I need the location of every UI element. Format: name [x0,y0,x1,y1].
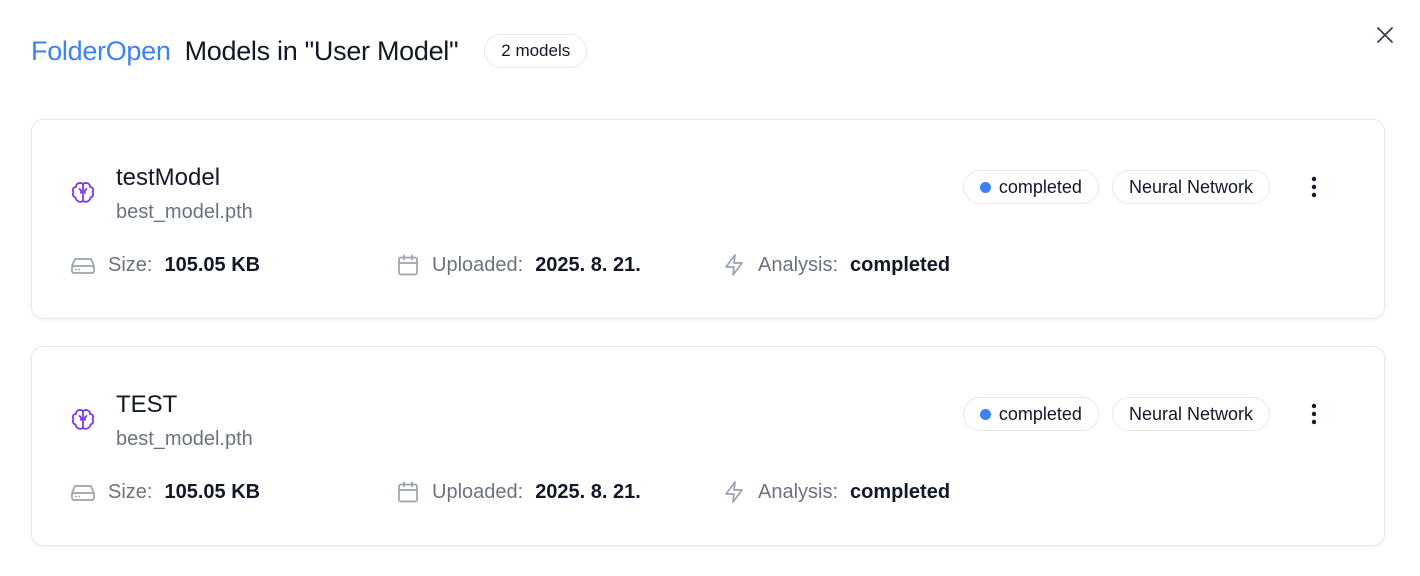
dialog-title: Models in "User Model" [184,35,459,66]
brain-icon [71,409,95,430]
uploaded-info: Uploaded: 2025. 8. 21. [396,250,641,280]
analysis-info: Analysis: completed [722,250,950,280]
status-text: completed [998,403,1082,424]
size-label: Size: [108,253,153,276]
badge-group: completed Neural Network [962,397,1270,431]
model-card[interactable]: testModel best_model.pth completed Neura… [31,119,1385,319]
model-name: testModel [116,164,221,191]
model-type-badge: Neural Network [1111,170,1270,204]
calendar-icon [398,254,418,276]
analysis-value: completed [850,253,951,276]
more-vertical-icon [1311,403,1317,425]
uploaded-value: 2025. 8. 21. [535,253,641,276]
uploaded-info: Uploaded: 2025. 8. 21. [396,477,641,507]
size-info: Size: 105.05 KB [70,250,260,280]
analysis-info: Analysis: completed [722,477,950,507]
uploaded-label: Uploaded: [432,480,524,503]
hard-drive-icon [71,485,95,501]
size-info: Size: 105.05 KB [70,477,260,507]
size-value: 105.05 KB [164,253,261,276]
status-badge: completed [962,170,1099,204]
status-dot [979,181,991,193]
calendar-icon [398,481,418,503]
badge-group: completed Neural Network [962,170,1270,204]
uploaded-value: 2025. 8. 21. [535,480,641,503]
size-label: Size: [108,480,153,503]
status-text: completed [998,176,1082,197]
uploaded-label: Uploaded: [432,253,524,276]
status-badge: completed [962,397,1099,431]
model-name: TEST [116,391,178,418]
more-options-button[interactable] [1300,172,1328,202]
model-count-badge: 2 models [484,34,588,68]
model-card[interactable]: TEST best_model.pth completed Neural Net… [31,346,1385,546]
folder-open-label: FolderOpen [31,35,171,66]
lightning-icon [725,481,743,503]
analysis-value: completed [850,480,951,503]
close-button[interactable] [1372,22,1398,48]
dialog-header: FolderOpen Models in "User Model" 2 mode… [31,28,588,74]
analysis-label: Analysis: [758,480,839,503]
analysis-label: Analysis: [758,253,839,276]
model-filename: best_model.pth [116,201,253,223]
model-type-badge: Neural Network [1111,397,1270,431]
lightning-icon [725,254,743,276]
close-icon [1377,27,1393,43]
status-dot [979,408,991,420]
hard-drive-icon [71,258,95,274]
brain-icon [71,182,95,203]
size-value: 105.05 KB [164,480,261,503]
more-options-button[interactable] [1300,399,1328,429]
model-filename: best_model.pth [116,428,253,450]
more-vertical-icon [1311,176,1317,198]
